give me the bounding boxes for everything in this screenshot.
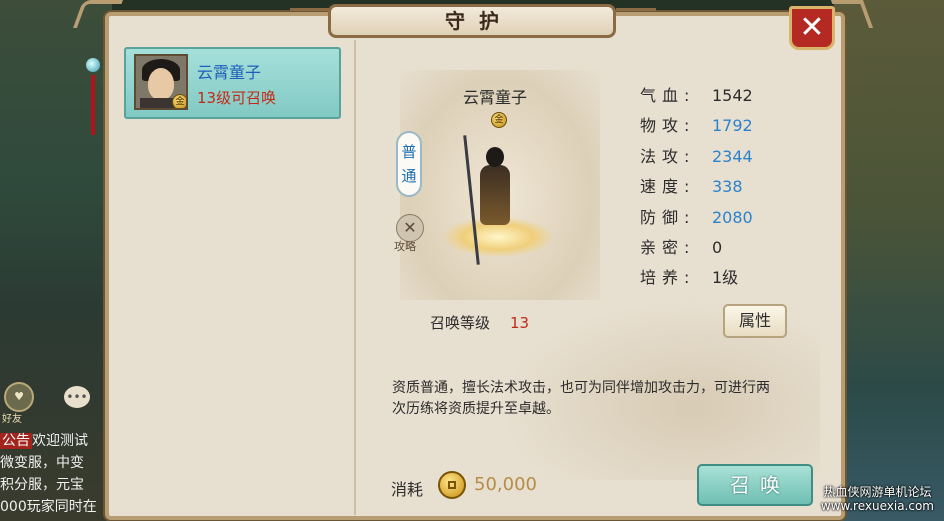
- guardian-list-item[interactable]: 金 云霄童子 13级可召唤: [124, 47, 341, 119]
- quality-badge: 普通: [396, 131, 422, 197]
- guardian-avatar: 金: [134, 54, 188, 110]
- stats-panel: 气血: 1542 物攻: 1792 法攻: 2344 速度: 338 防御: 2080 亲…: [640, 84, 780, 297]
- guardian-summon-status: 13级可召唤: [197, 89, 277, 107]
- guardian-description: 资质普通，擅长法术攻击，也可为同伴增加攻击力，可进行两次历练将资质提升至卓越。: [392, 380, 770, 417]
- hero-name: 云霄童子: [463, 88, 528, 107]
- title-ornament-left: [290, 8, 330, 29]
- site-watermark: 热血侠网游单机论坛 www.rexuexia.com: [820, 485, 934, 513]
- gold-grade-badge: 金: [491, 112, 507, 128]
- guide-button[interactable]: ✕ 攻略: [394, 214, 424, 254]
- gold-coin-icon: [438, 471, 466, 499]
- chat-bubble-icon[interactable]: •••: [64, 386, 90, 408]
- summon-level-value: 13: [510, 314, 530, 332]
- dialog-title-bar: 守护: [328, 4, 616, 38]
- gold-grade-badge: 金: [172, 94, 186, 108]
- friend-icon[interactable]: ♥: [4, 382, 34, 412]
- game-scene-right: [834, 0, 944, 521]
- chat-line: 微变服，中变: [0, 455, 84, 471]
- chat-line: 000玩家同时在: [0, 499, 97, 515]
- title-ornament-right: [616, 8, 656, 29]
- side-shortcuts: ♥ 好友 •••: [0, 382, 112, 425]
- dialog-title: 守护: [445, 9, 513, 33]
- jade-charm-ornament: [86, 40, 100, 135]
- guardian-name: 云霄童子: [197, 63, 262, 82]
- stat-row: 速度: 338: [640, 177, 743, 197]
- chat-line: 公告 欢迎测试: [0, 433, 88, 449]
- summon-level-label: 召唤等级: [430, 314, 491, 332]
- stat-row: 防御: 2080: [640, 207, 753, 227]
- chat-log[interactable]: 公告 欢迎测试 微变服，中变 积分服，元宝 000玩家同时在: [0, 430, 112, 518]
- stat-row: 气血: 1542: [640, 86, 753, 105]
- guardian-list: 金 云霄童子 13级可召唤: [117, 40, 356, 515]
- stat-row: 物攻: 1792: [640, 116, 753, 136]
- cost-label: 消耗: [391, 480, 424, 499]
- summon-level-row: 召唤等级 13: [430, 312, 529, 333]
- chat-line: 积分服，元宝: [0, 477, 84, 493]
- announcement-tag: 公告: [0, 433, 32, 449]
- stat-row: 培养: 1级: [640, 268, 739, 288]
- stat-row: 亲密: 0: [640, 237, 723, 257]
- friend-label: 好友: [2, 414, 22, 425]
- summon-button[interactable]: 召唤: [697, 464, 813, 506]
- attributes-button[interactable]: 属性: [723, 304, 787, 338]
- hero-model: [443, 135, 553, 265]
- stat-row: 法攻: 2344: [640, 146, 753, 166]
- cost-value: 50,000: [474, 474, 537, 495]
- guide-label: 攻略: [394, 240, 416, 253]
- close-button[interactable]: ✕: [789, 6, 835, 50]
